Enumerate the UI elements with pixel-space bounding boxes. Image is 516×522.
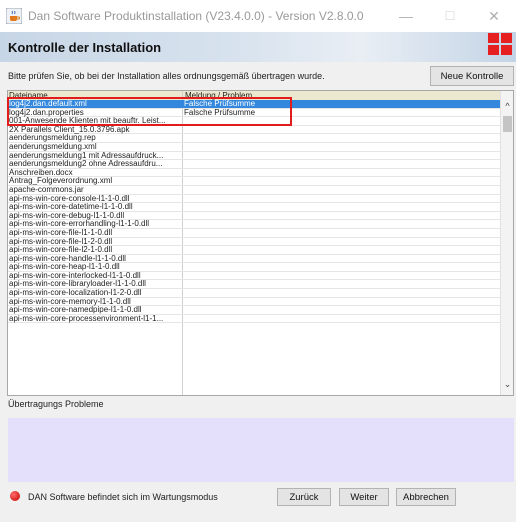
java-cup-icon: [6, 8, 22, 24]
cell-filename: api-ms-win-core-localization-l1-2-0.dll: [9, 289, 142, 298]
file-table: Dateiname Meldung / Problem log4j2.dan.d…: [7, 90, 514, 396]
scroll-down-icon[interactable]: ⌄: [501, 377, 513, 391]
table-row[interactable]: 2X Parallels Client_15.0.3796.apk: [8, 126, 500, 135]
transfer-problems-label: Übertragungs Probleme: [8, 399, 104, 409]
cell-filename: aenderungsmeldung1 mit Adressaufdruck...: [9, 151, 164, 160]
table-row[interactable]: api-ms-win-core-file-l1-1-0.dll: [8, 229, 500, 238]
scroll-thumb[interactable]: [503, 116, 512, 132]
installer-window: Dan Software Produktinstallation (V23.4.…: [0, 0, 516, 522]
table-row[interactable]: api-ms-win-core-localization-l1-2-0.dll: [8, 289, 500, 298]
table-row[interactable]: api-ms-win-core-memory-l1-1-0.dll: [8, 298, 500, 307]
table-row[interactable]: api-ms-win-core-debug-l1-1-0.dll: [8, 212, 500, 221]
table-row[interactable]: api-ms-win-core-errorhandling-l1-1-0.dll: [8, 220, 500, 229]
close-icon: ✕: [488, 7, 500, 24]
table-row[interactable]: api-ms-win-core-handle-l1-1-0.dll: [8, 255, 500, 264]
table-row[interactable]: api-ms-win-core-file-l2-1-0.dll: [8, 246, 500, 255]
table-row[interactable]: aenderungsmeldung.xml: [8, 143, 500, 152]
maximize-icon: ☐: [444, 9, 456, 23]
page-title: Kontrolle der Installation: [8, 40, 162, 55]
table-row[interactable]: Antrag_Folgeverordnung.xml: [8, 177, 500, 186]
table-row[interactable]: api-ms-win-core-libraryloader-l1-1-0.dll: [8, 280, 500, 290]
cell-filename: aenderungsmeldung2 ohne Adressaufdru...: [9, 160, 163, 169]
cell-filename: api-ms-win-core-interlocked-l1-1-0.dll: [9, 271, 141, 280]
minimize-button[interactable]: —: [384, 0, 428, 32]
cell-filename: api-ms-win-core-heap-l1-1-0.dll: [9, 263, 120, 272]
cell-filename: Antrag_Folgeverordnung.xml: [9, 177, 113, 186]
cell-filename: api-ms-win-core-file-l1-2-0.dll: [9, 237, 113, 246]
table-body: log4j2.dan.default.xml Falsche Prüfsumme l…: [8, 100, 500, 324]
table-row[interactable]: apache-commons.jar: [8, 186, 500, 195]
table-row[interactable]: api-ms-win-core-processenvironment-l1-1.…: [8, 315, 500, 324]
vertical-scrollbar[interactable]: ^ ⌄: [500, 91, 513, 395]
new-check-button[interactable]: Neue Kontrolle: [430, 66, 514, 86]
cell-filename: api-ms-win-core-errorhandling-l1-1-0.dll: [9, 220, 150, 229]
table-row[interactable]: api-ms-win-core-interlocked-l1-1-0.dll: [8, 272, 500, 281]
close-button[interactable]: ✕: [472, 0, 516, 32]
cell-filename: apache-commons.jar: [9, 185, 84, 194]
cell-filename: api-ms-win-core-namedpipe-l1-1-0.dll: [9, 306, 142, 315]
problem-highlight-box: [7, 97, 292, 126]
scroll-up-icon[interactable]: ^: [501, 99, 513, 113]
table-row[interactable]: Anschreiben.docx: [8, 169, 500, 178]
page-header: Kontrolle der Installation: [0, 32, 516, 62]
cancel-button[interactable]: Abbrechen: [396, 488, 456, 506]
title-bar: Dan Software Produktinstallation (V23.4.…: [0, 0, 516, 32]
table-row[interactable]: aenderungsmeldung2 ohne Adressaufdru...: [8, 160, 500, 169]
maximize-button[interactable]: ☐: [428, 0, 472, 32]
cell-filename: 2X Parallels Client_15.0.3796.apk: [9, 125, 130, 134]
cell-filename: api-ms-win-core-libraryloader-l1-1-0.dll: [9, 280, 146, 289]
table-row[interactable]: api-ms-win-core-namedpipe-l1-1-0.dll: [8, 306, 500, 315]
table-row[interactable]: api-ms-win-core-datetime-l1-1-0.dll: [8, 203, 500, 212]
back-button[interactable]: Zurück: [277, 488, 331, 506]
cell-filename: api-ms-win-core-file-l1-1-0.dll: [9, 228, 113, 237]
dan-logo: [488, 33, 512, 55]
table-row[interactable]: aenderungsmeldung.rep: [8, 134, 500, 143]
table-row[interactable]: api-ms-win-core-console-l1-1-0.dll: [8, 195, 500, 204]
table-row[interactable]: api-ms-win-core-file-l1-2-0.dll: [8, 238, 500, 247]
table-row[interactable]: api-ms-win-core-heap-l1-1-0.dll: [8, 263, 500, 272]
cell-filename: api-ms-win-core-debug-l1-1-0.dll: [9, 211, 125, 220]
window-title: Dan Software Produktinstallation (V23.4.…: [28, 9, 364, 23]
table-row[interactable]: aenderungsmeldung1 mit Adressaufdruck...: [8, 152, 500, 161]
cell-filename: api-ms-win-core-memory-l1-1-0.dll: [9, 297, 131, 306]
cell-filename: aenderungsmeldung.rep: [9, 134, 96, 143]
cell-filename: api-ms-win-core-datetime-l1-1-0.dll: [9, 203, 133, 212]
cell-filename: Anschreiben.docx: [9, 168, 73, 177]
status-text: DAN Software befindet sich im Wartungsmo…: [28, 492, 218, 502]
next-button[interactable]: Weiter: [339, 488, 389, 506]
minimize-icon: —: [399, 8, 413, 24]
cell-filename: api-ms-win-core-file-l2-1-0.dll: [9, 246, 113, 255]
cell-filename: api-ms-win-core-processenvironment-l1-1.…: [9, 314, 164, 323]
status-indicator-icon: [10, 491, 20, 501]
transfer-problems-area: [8, 418, 514, 482]
instruction-text: Bitte prüfen Sie, ob bei der Installatio…: [8, 71, 325, 81]
cell-filename: api-ms-win-core-console-l1-1-0.dll: [9, 194, 130, 203]
cell-filename: aenderungsmeldung.xml: [9, 142, 97, 151]
cell-filename: api-ms-win-core-handle-l1-1-0.dll: [9, 254, 126, 263]
